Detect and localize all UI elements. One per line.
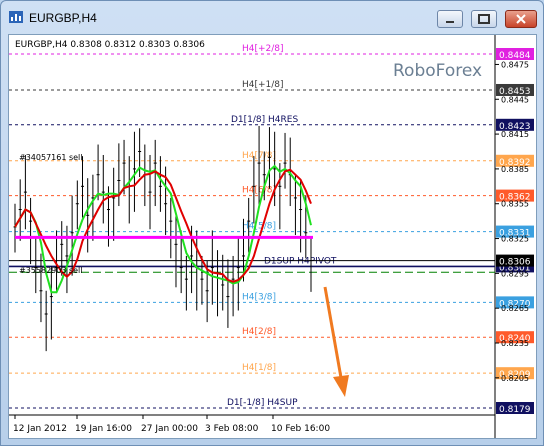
forecast-arrow	[323, 286, 349, 397]
order-label-sell-top: #34057161 sell	[19, 153, 83, 162]
maximize-icon	[478, 14, 490, 24]
level-label: D1SUP H4PIVOT	[264, 256, 337, 266]
minimize-button[interactable]	[437, 10, 463, 28]
axis-tick-label: 0.8265	[501, 304, 529, 313]
close-icon	[516, 14, 526, 24]
time-label: 12 Jan 2012	[13, 424, 67, 434]
level-label: D1[1/8] H4RES	[231, 115, 298, 125]
window-title: EURGBP,H4	[29, 11, 97, 25]
time-label: 3 Feb 08:00	[205, 424, 259, 434]
watermark: RoboForex	[393, 61, 482, 81]
time-label: 10 Feb 16:00	[271, 424, 330, 434]
axis-tick-label: 0.8205	[501, 374, 529, 383]
current-price-text: 0.8306	[499, 258, 531, 268]
level-label: H4[1/8]	[242, 363, 276, 373]
chart-icon	[9, 11, 23, 23]
level-label: H4[2/8]	[242, 327, 276, 337]
axis-tick-label: 0.8295	[501, 269, 529, 278]
axis-tick-label: 0.8235	[501, 339, 529, 348]
chart-header: EURGBP,H4 0.8308 0.8312 0.8303 0.8306	[15, 40, 205, 50]
time-label: 19 Jan 16:00	[75, 424, 132, 434]
chart-window: EURGBP,H4 H4[+2/8] 0.8484 H4[+1/8] 0.8453 D1…	[0, 0, 544, 446]
axis-tick-label: 0.8415	[501, 130, 529, 139]
close-button[interactable]	[505, 10, 537, 28]
level-label: H4[+1/8]	[242, 80, 284, 90]
price-chart: H4[+2/8]0.8484H4[+1/8]0.8453D1[1/8] H4RE…	[9, 35, 534, 438]
title-bar[interactable]: EURGBP,H4	[1, 1, 543, 35]
order-label-sell-low: #35582903 sell	[19, 266, 83, 275]
level-label: H4[+2/8]	[242, 44, 284, 54]
time-label: 27 Jan 00:00	[141, 424, 198, 434]
maximize-button[interactable]	[471, 10, 497, 28]
level-label: H4[5/8]	[242, 222, 276, 232]
price-tag-text: 0.8179	[499, 405, 531, 415]
axis-tick-label: 0.8475	[501, 60, 529, 69]
axis-tick-label: 0.8355	[501, 200, 529, 209]
axis-tick-label: 0.8445	[501, 95, 529, 104]
level-label: H4[3/8]	[242, 292, 276, 302]
axis-tick-label: 0.8325	[501, 235, 529, 244]
axis-tick-label: 0.8385	[501, 165, 529, 174]
level-label: D1[-1/8] H4SUP	[227, 398, 298, 408]
minimize-icon	[446, 21, 454, 23]
chart-area[interactable]: H4[+2/8] 0.8484 H4[+1/8] 0.8453 D1[1/8] H4RE…	[8, 34, 537, 439]
